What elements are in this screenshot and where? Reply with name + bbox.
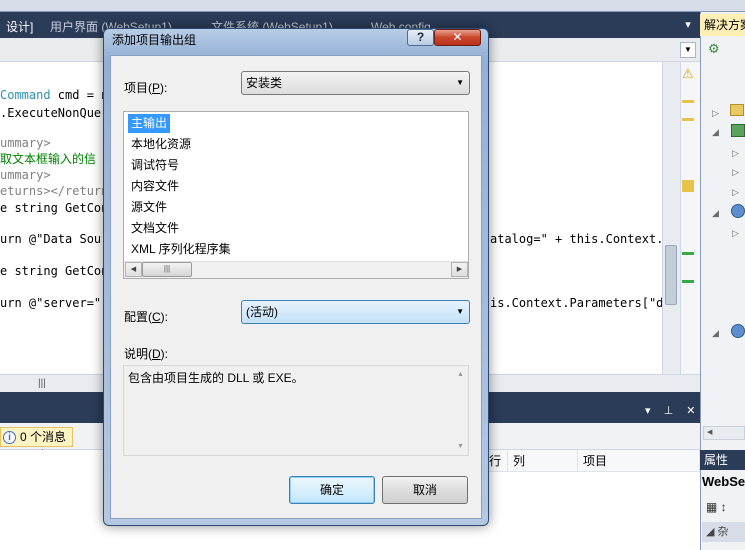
tree-expand-icon[interactable]: ▷ [732,228,739,239]
tree-collapse-icon[interactable]: ◢ [712,328,719,339]
cancel-button[interactable]: 取消 [382,476,468,504]
overview-margin [680,62,700,374]
change-marker [682,180,694,192]
setup-project-icon [731,324,745,338]
code-line: .ExecuteNonQuer [0,106,109,120]
solution-scroll-left-icon[interactable]: ◀ [703,426,745,440]
messages-filter-button[interactable]: i 0 个消息 [0,427,74,447]
list-item[interactable]: 本地化资源 [128,135,194,154]
code-line: e string GetConn [0,264,116,278]
project-select[interactable]: 安装类 ▼ [241,71,470,95]
list-item[interactable]: 文档文件 [128,219,182,238]
change-marker [682,118,694,121]
change-marker [682,280,694,283]
list-scroll-thumb[interactable]: ||| [142,262,192,277]
properties-toolbar-icon[interactable]: ⚙ [708,41,720,57]
code-line: e string GetConn [0,201,116,215]
dialog-title: 添加项目输出组 [112,33,197,47]
tree-expand-icon[interactable]: ▷ [732,187,739,198]
editor-vertical-scrollbar[interactable] [662,62,680,374]
panel-window-buttons[interactable]: ▾ ⊥ ✕ [645,404,700,417]
editor-scroll-thumb[interactable] [665,245,677,305]
info-icon: i [3,430,16,444]
property-category-icon: ◢ 杂 [702,522,745,542]
ide-title-strip [0,0,745,12]
ok-button[interactable]: 确定 [289,476,375,504]
list-item[interactable]: 调试符号 [128,156,182,175]
configuration-select[interactable]: (活动) ▼ [241,300,470,324]
configuration-select-value: (活动) [246,305,278,319]
web-project-icon [731,204,745,218]
tree-expand-icon[interactable]: ▷ [732,167,739,178]
tab-list-dropdown-icon[interactable]: ▾ [681,17,695,33]
scroll-up-icon[interactable]: ▲ [453,368,468,382]
list-item[interactable]: 内容文件 [128,177,182,196]
chevron-down-icon: ▼ [456,78,464,87]
list-item[interactable]: 源文件 [128,198,170,217]
column-header-project[interactable]: 项目 [578,450,700,472]
warning-icon[interactable]: ⚠ [682,66,694,82]
project-icon [731,124,745,137]
close-button[interactable]: ✕ [434,29,481,46]
solution-explorer-title: 解决方案 [700,14,745,36]
code-line: urn @"Data Sour [0,232,109,246]
project-label: 项目(P): [124,81,168,95]
folder-icon [730,104,744,116]
chevron-down-icon: ▼ [456,307,464,316]
description-text: 包含由项目生成的 DLL 或 EXE。 [128,371,304,385]
column-header-column[interactable]: 列 [508,450,578,472]
tree-expand-icon[interactable]: ▷ [732,148,739,159]
project-select-value: 安装类 [246,76,283,90]
description-label: 说明(D): [124,347,169,361]
code-line: eturns></returns [0,184,116,198]
list-item[interactable]: XML 序列化程序集 [128,240,234,259]
help-button[interactable]: ? [407,29,434,46]
change-marker [682,100,694,103]
scroll-grip-icon[interactable]: ||| [38,378,46,389]
categorized-icon[interactable]: ▦ ↕ [706,500,727,514]
scroll-down-icon[interactable]: ▼ [453,440,468,454]
properties-object-name[interactable]: WebSe [702,474,745,489]
tree-collapse-icon[interactable]: ◢ [712,208,719,219]
scroll-right-icon[interactable]: ▶ [451,262,468,277]
tab-designer[interactable]: 设计] [0,17,39,37]
properties-panel-title: 属性 [700,450,745,470]
message-count: 0 个消息 [20,430,67,444]
tree-expand-icon[interactable]: ▷ [712,108,719,119]
scroll-left-icon[interactable]: ◀ [125,262,142,277]
code-line-continuation: is.Context.Parameters["dl [490,296,662,310]
code-line-continuation: atalog=" + this.Context.P [490,232,662,246]
configuration-label: 配置(C): [124,310,169,324]
change-marker [682,252,694,255]
code-line: urn @"server=" [0,296,102,310]
tree-collapse-icon[interactable]: ◢ [712,127,719,138]
list-item-primary-output[interactable]: 主输出 [128,114,171,133]
member-dropdown-icon[interactable]: ▼ [680,42,696,58]
code-line: Command cmd = n [0,88,109,102]
